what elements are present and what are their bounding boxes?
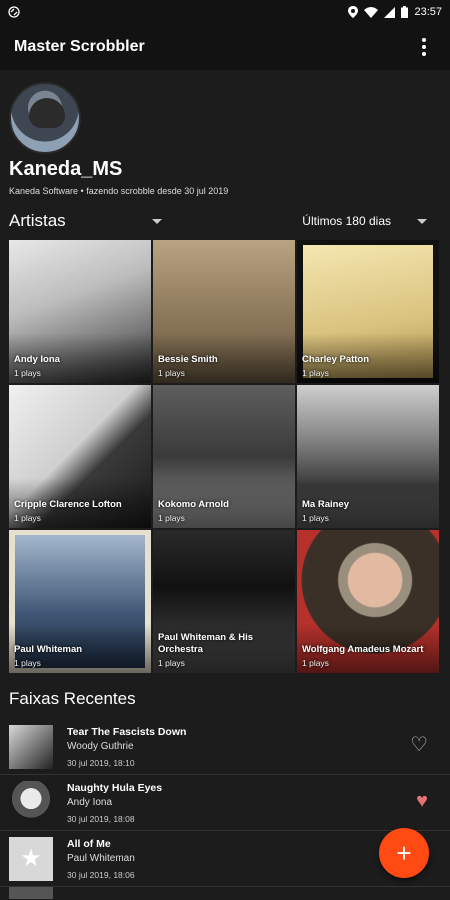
avatar[interactable] xyxy=(9,82,81,154)
track-cover xyxy=(9,724,53,769)
track-time: 30 jul 2019, 18:06 xyxy=(67,869,135,880)
track-artist: Andy Iona xyxy=(67,796,113,808)
signal-icon xyxy=(384,6,396,18)
artist-name: Paul Whiteman & His Orchestra xyxy=(158,632,254,655)
artist-name: Bessie Smith xyxy=(158,354,218,365)
track-cover xyxy=(9,887,53,899)
artist-tile[interactable]: Bessie Smith 1 plays xyxy=(153,240,295,383)
add-scrobble-button[interactable]: + xyxy=(379,828,429,878)
username: Kaneda_MS xyxy=(9,158,123,180)
artist-tile[interactable]: Charley Patton 1 plays xyxy=(297,240,439,383)
app-bar: Master Scrobbler xyxy=(0,24,450,70)
artists-grid: Andy Iona 1 plays Bessie Smith 1 plays Cha… xyxy=(0,240,450,673)
artists-title: Artistas xyxy=(9,211,66,230)
track-artist: Woody Guthrie xyxy=(67,740,134,752)
artist-tile[interactable]: Paul Whiteman & His Orchestra 1 plays xyxy=(153,530,295,673)
artist-name: Kokomo Arnold xyxy=(158,499,229,510)
wifi-icon xyxy=(364,6,379,18)
artist-tile[interactable]: Cripple Clarence Lofton 1 plays xyxy=(9,385,151,528)
app-title: Master Scrobbler xyxy=(14,38,145,55)
track-time: 30 jul 2019, 18:10 xyxy=(67,757,135,768)
period-label: Últimos 180 dias xyxy=(302,214,391,228)
track-cover: ★ xyxy=(9,836,53,881)
location-icon xyxy=(348,6,359,18)
profile-subtitle: Kaneda Software • fazendo scrobble desde… xyxy=(9,186,229,196)
artist-tile[interactable]: Kokomo Arnold 1 plays xyxy=(153,385,295,528)
artist-name: Wolfgang Amadeus Mozart xyxy=(302,644,424,655)
artist-plays: 1 plays xyxy=(302,368,329,378)
star-icon: ★ xyxy=(20,845,42,872)
overflow-menu-icon[interactable] xyxy=(412,35,436,59)
artist-plays: 1 plays xyxy=(14,513,41,523)
artist-name: Andy Iona xyxy=(14,354,60,365)
artist-plays: 1 plays xyxy=(158,658,185,668)
plus-icon: + xyxy=(396,837,412,868)
status-bar: 23:57 xyxy=(0,0,450,24)
artists-section-header: Artistas Últimos 180 dias xyxy=(0,202,450,240)
recent-tracks-list: Tear The Fascists Down Woody Guthrie 30 … xyxy=(0,719,450,899)
chevron-down-icon xyxy=(417,218,427,224)
status-time: 23:57 xyxy=(414,6,442,18)
heart-filled-icon[interactable]: ♥ xyxy=(416,791,428,811)
artist-plays: 1 plays xyxy=(14,658,41,668)
artist-name: Paul Whiteman xyxy=(14,644,83,655)
artist-plays: 1 plays xyxy=(158,513,185,523)
sync-icon xyxy=(8,6,20,18)
artist-plays: 1 plays xyxy=(158,368,185,378)
track-time: 30 jul 2019, 18:08 xyxy=(67,813,135,824)
profile-header: Kaneda_MS Kaneda Software • fazendo scro… xyxy=(0,70,450,196)
artist-tile[interactable]: Paul Whiteman 1 plays xyxy=(9,530,151,673)
artist-name: Cripple Clarence Lofton xyxy=(14,499,122,510)
artist-name: Charley Patton xyxy=(302,354,370,365)
status-icons: 23:57 xyxy=(348,6,442,18)
track-cover xyxy=(9,780,53,825)
artist-plays: 1 plays xyxy=(14,368,41,378)
track-title: Naughty Hula Eyes xyxy=(67,781,163,794)
artist-tile[interactable]: Andy Iona 1 plays xyxy=(9,240,151,383)
battery-icon xyxy=(401,6,409,18)
artist-plays: 1 plays xyxy=(302,658,329,668)
artist-plays: 1 plays xyxy=(302,513,329,523)
heart-outline-icon[interactable]: ♡ xyxy=(410,735,428,755)
track-row[interactable] xyxy=(0,887,450,899)
recent-tracks-title: Faixas Recentes xyxy=(9,689,136,708)
artist-name: Ma Rainey xyxy=(302,499,349,510)
chevron-down-icon[interactable] xyxy=(151,218,162,224)
artist-tile[interactable]: Ma Rainey 1 plays xyxy=(297,385,439,528)
period-selector[interactable]: Últimos 180 dias xyxy=(302,214,427,228)
track-title: Tear The Fascists Down xyxy=(67,725,187,738)
track-row[interactable]: Tear The Fascists Down Woody Guthrie 30 … xyxy=(0,719,450,775)
track-row[interactable]: Naughty Hula Eyes Andy Iona 30 jul 2019,… xyxy=(0,775,450,831)
artist-tile[interactable]: Wolfgang Amadeus Mozart 1 plays xyxy=(297,530,439,673)
